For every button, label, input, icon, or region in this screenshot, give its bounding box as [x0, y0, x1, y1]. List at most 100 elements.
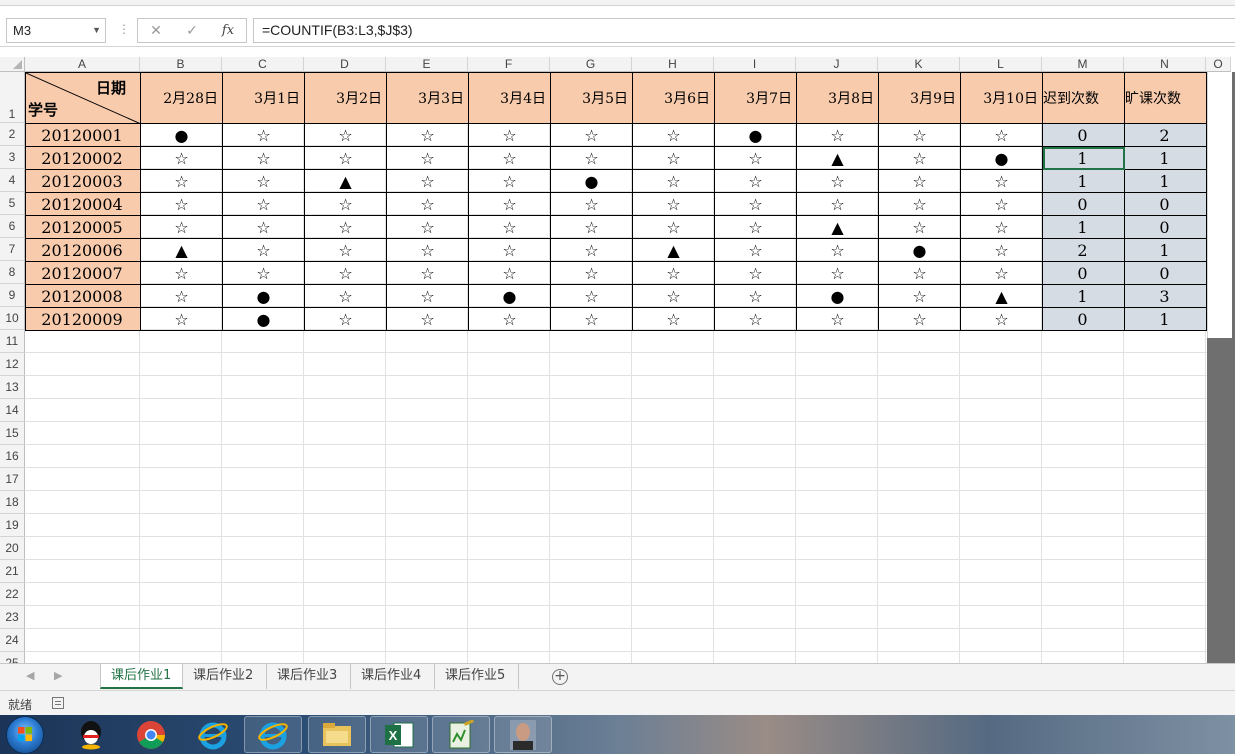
row-header[interactable]: 7	[0, 238, 25, 261]
attendance-mark-cell[interactable]: ☆	[386, 146, 469, 170]
row-header[interactable]: 20	[0, 537, 25, 560]
row-header[interactable]: 14	[0, 399, 25, 422]
absent-count-cell[interactable]: 1	[1124, 238, 1207, 262]
taskbar-ie-window[interactable]	[244, 716, 302, 753]
taskbar-excel[interactable]: X	[370, 716, 428, 753]
attendance-mark-cell[interactable]: ☆	[550, 261, 633, 285]
attendance-mark-cell[interactable]: ●	[796, 284, 879, 308]
row-header[interactable]: 19	[0, 514, 25, 537]
sheet-tab[interactable]: 课后作业3	[267, 664, 351, 689]
absent-count-cell[interactable]: 1	[1124, 169, 1207, 193]
attendance-mark-cell[interactable]: ☆	[304, 192, 387, 216]
student-id-cell[interactable]: 20120003	[25, 169, 141, 193]
column-header[interactable]: O	[1206, 57, 1231, 72]
name-box[interactable]: M3 ▼	[6, 18, 106, 43]
row-header[interactable]: 1	[0, 72, 25, 123]
attendance-mark-cell[interactable]: ☆	[140, 284, 223, 308]
attendance-mark-cell[interactable]: ☆	[222, 146, 305, 170]
date-header-cell[interactable]: 2月28日	[140, 72, 223, 124]
date-header-cell[interactable]: 3月9日	[878, 72, 961, 124]
attendance-mark-cell[interactable]: ☆	[960, 238, 1043, 262]
column-header[interactable]: C	[222, 57, 304, 72]
attendance-mark-cell[interactable]: ☆	[632, 146, 715, 170]
taskbar-explorer[interactable]	[308, 716, 366, 753]
attendance-mark-cell[interactable]: ☆	[714, 307, 797, 331]
column-header[interactable]: F	[468, 57, 550, 72]
attendance-mark-cell[interactable]: ☆	[468, 261, 551, 285]
attendance-mark-cell[interactable]: ☆	[140, 215, 223, 239]
row-header[interactable]: 21	[0, 560, 25, 583]
attendance-mark-cell[interactable]: ☆	[140, 146, 223, 170]
attendance-mark-cell[interactable]: ☆	[468, 192, 551, 216]
attendance-mark-cell[interactable]: ☆	[878, 215, 961, 239]
attendance-mark-cell[interactable]: ☆	[550, 146, 633, 170]
attendance-mark-cell[interactable]: ☆	[386, 284, 469, 308]
late-count-cell[interactable]: 1	[1042, 169, 1125, 193]
student-id-cell[interactable]: 20120009	[25, 307, 141, 331]
attendance-mark-cell[interactable]: ☆	[468, 215, 551, 239]
select-all-corner[interactable]	[0, 57, 25, 72]
attendance-mark-cell[interactable]: ▲	[140, 238, 223, 262]
column-header[interactable]: J	[796, 57, 878, 72]
attendance-mark-cell[interactable]: ☆	[714, 192, 797, 216]
attendance-mark-cell[interactable]: ☆	[304, 123, 387, 147]
date-header-cell[interactable]: 3月6日	[632, 72, 715, 124]
attendance-mark-cell[interactable]: ●	[222, 307, 305, 331]
attendance-mark-cell[interactable]: ☆	[550, 123, 633, 147]
attendance-mark-cell[interactable]: ☆	[386, 238, 469, 262]
attendance-mark-cell[interactable]: ●	[468, 284, 551, 308]
column-header[interactable]: M	[1042, 57, 1124, 72]
attendance-mark-cell[interactable]: ☆	[140, 169, 223, 193]
attendance-mark-cell[interactable]: ▲	[796, 215, 879, 239]
date-header-cell[interactable]: 3月1日	[222, 72, 305, 124]
attendance-mark-cell[interactable]: ☆	[386, 123, 469, 147]
column-header[interactable]: B	[140, 57, 222, 72]
late-count-cell[interactable]: 1	[1042, 146, 1125, 170]
column-header[interactable]: N	[1124, 57, 1206, 72]
student-id-cell[interactable]: 20120007	[25, 261, 141, 285]
date-header-cell[interactable]: 3月7日	[714, 72, 797, 124]
date-header-cell[interactable]: 3月4日	[468, 72, 551, 124]
start-button[interactable]	[6, 716, 44, 754]
student-id-cell[interactable]: 20120004	[25, 192, 141, 216]
row-header[interactable]: 3	[0, 146, 25, 169]
attendance-mark-cell[interactable]: ☆	[386, 261, 469, 285]
column-header[interactable]: E	[386, 57, 468, 72]
student-id-cell[interactable]: 20120002	[25, 146, 141, 170]
absent-count-header[interactable]: 旷课次数	[1124, 72, 1207, 124]
column-header[interactable]: K	[878, 57, 960, 72]
row-header[interactable]: 9	[0, 284, 25, 307]
date-header-cell[interactable]: 3月3日	[386, 72, 469, 124]
row-header[interactable]: 23	[0, 606, 25, 629]
attendance-mark-cell[interactable]: ☆	[222, 215, 305, 239]
attendance-mark-cell[interactable]: ☆	[222, 169, 305, 193]
attendance-mark-cell[interactable]: ☆	[960, 192, 1043, 216]
attendance-mark-cell[interactable]: ☆	[878, 307, 961, 331]
attendance-mark-cell[interactable]: ☆	[304, 261, 387, 285]
attendance-mark-cell[interactable]: ☆	[468, 146, 551, 170]
student-id-cell[interactable]: 20120008	[25, 284, 141, 308]
attendance-mark-cell[interactable]: ▲	[796, 146, 879, 170]
absent-count-cell[interactable]: 2	[1124, 123, 1207, 147]
attendance-mark-cell[interactable]: ☆	[960, 169, 1043, 193]
attendance-mark-cell[interactable]: ☆	[222, 261, 305, 285]
attendance-mark-cell[interactable]: ▲	[304, 169, 387, 193]
confirm-icon[interactable]: ✓	[178, 21, 206, 41]
row-header[interactable]: 15	[0, 422, 25, 445]
date-header-cell[interactable]: 3月10日	[960, 72, 1043, 124]
column-header[interactable]: H	[632, 57, 714, 72]
attendance-mark-cell[interactable]: ☆	[714, 238, 797, 262]
row-header[interactable]: 11	[0, 330, 25, 353]
attendance-mark-cell[interactable]: ☆	[140, 192, 223, 216]
attendance-mark-cell[interactable]: ☆	[386, 169, 469, 193]
attendance-mark-cell[interactable]: ☆	[714, 261, 797, 285]
attendance-mark-cell[interactable]: ☆	[878, 146, 961, 170]
row-header[interactable]: 4	[0, 169, 25, 192]
row-header[interactable]: 16	[0, 445, 25, 468]
date-header-cell[interactable]: 3月8日	[796, 72, 879, 124]
attendance-mark-cell[interactable]: ☆	[304, 284, 387, 308]
late-count-header[interactable]: 迟到次数	[1042, 72, 1125, 124]
cancel-icon[interactable]: ✕	[142, 21, 170, 41]
absent-count-cell[interactable]: 0	[1124, 192, 1207, 216]
attendance-mark-cell[interactable]: ☆	[796, 192, 879, 216]
